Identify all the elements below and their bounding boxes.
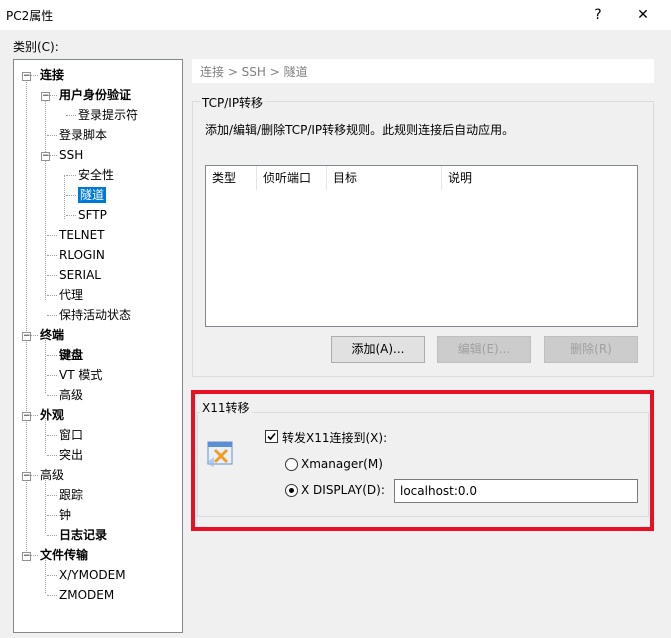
- column-header-listen-port[interactable]: 侦听端口: [257, 166, 327, 190]
- tree-item[interactable]: 文件传输: [40, 546, 88, 564]
- tree-item-label: 用户身份验证: [59, 88, 132, 102]
- tree-item[interactable]: TELNET: [59, 226, 105, 244]
- tree-item-label: 隧道: [78, 187, 107, 203]
- tree-item[interactable]: 代理: [59, 286, 83, 304]
- tree-item-label: 高级: [40, 468, 65, 482]
- tree-item[interactable]: VT 模式: [59, 366, 102, 384]
- tree-item[interactable]: 钟: [59, 506, 71, 524]
- category-tree[interactable]: 连接 − 用户身份验证 − 登录提示符 登录脚本 SSH − 安全性 隧道 SFTP TELNET RL…: [13, 59, 183, 633]
- column-header-target[interactable]: 目标: [327, 166, 442, 190]
- highlight-box: [191, 390, 654, 531]
- tree-item-label: SFTP: [78, 208, 107, 222]
- tree-item[interactable]: 隧道: [78, 186, 107, 204]
- tree-item-label: 键盘: [59, 348, 84, 362]
- tree-item[interactable]: 登录提示符: [78, 106, 138, 124]
- tree-item[interactable]: 键盘: [59, 346, 83, 364]
- edit-rule-button[interactable]: 编辑(E)...: [437, 336, 531, 363]
- tree-item-label: ZMODEM: [59, 588, 115, 602]
- tree-item-label: 日志记录: [59, 528, 108, 542]
- tree-item-label: 窗口: [59, 428, 84, 442]
- tree-expander[interactable]: −: [41, 92, 50, 101]
- tree-item[interactable]: ZMODEM: [59, 586, 114, 604]
- tree-item-label: RLOGIN: [59, 248, 105, 262]
- help-button[interactable]: ?: [584, 4, 612, 26]
- window-title: PC2属性: [6, 9, 54, 23]
- tree-item-label: X/YMODEM: [59, 568, 126, 582]
- breadcrumb-text: 连接 > SSH > 隧道: [200, 65, 308, 79]
- tree-item-label: 外观: [40, 408, 65, 422]
- tree-item[interactable]: 外观: [40, 406, 64, 424]
- tree-item-label: 钟: [59, 508, 72, 522]
- tree-expander[interactable]: −: [22, 72, 31, 81]
- tree-expander[interactable]: −: [22, 472, 31, 481]
- tree-item-label: 突出: [59, 448, 84, 462]
- title-bar: PC2属性 ? ✕: [0, 0, 671, 30]
- category-label: 类别(C):: [13, 40, 59, 54]
- tree-item-label: 登录提示符: [78, 108, 139, 122]
- tree-item-label: 跟踪: [59, 488, 84, 502]
- tree-expander[interactable]: −: [22, 552, 31, 561]
- tree-item-label: TELNET: [59, 228, 105, 242]
- tree-expander[interactable]: −: [41, 152, 50, 161]
- tree-expander[interactable]: −: [22, 412, 31, 421]
- tcpip-description: 添加/编辑/删除TCP/IP转移规则。此规则连接后自动应用。: [205, 123, 515, 137]
- tree-expander[interactable]: −: [22, 332, 31, 341]
- tree-item-label: VT 模式: [59, 368, 103, 382]
- close-button[interactable]: ✕: [629, 4, 657, 26]
- forwarding-rules-list[interactable]: 类型 侦听端口 目标 说明: [205, 165, 638, 327]
- tree-item[interactable]: 连接: [40, 66, 64, 84]
- tree-item-label: 代理: [59, 288, 84, 302]
- tcpip-group-title: TCP/IP转移: [200, 94, 266, 111]
- tree-item[interactable]: 突出: [59, 446, 83, 464]
- tree-item[interactable]: 终端: [40, 326, 64, 344]
- tree-item-label: 高级: [59, 388, 84, 402]
- tree-item[interactable]: 窗口: [59, 426, 83, 444]
- tree-item[interactable]: 高级: [40, 466, 64, 484]
- column-header-description[interactable]: 说明: [442, 166, 637, 190]
- delete-rule-button[interactable]: 删除(R): [544, 336, 638, 363]
- tree-item[interactable]: 用户身份验证: [59, 86, 131, 104]
- column-header-type[interactable]: 类型: [206, 166, 257, 190]
- tree-item[interactable]: SFTP: [78, 206, 107, 224]
- add-rule-button[interactable]: 添加(A)...: [331, 336, 425, 363]
- tree-item[interactable]: 登录脚本: [59, 126, 107, 144]
- tree-item[interactable]: 跟踪: [59, 486, 83, 504]
- tree-item-label: 终端: [40, 328, 65, 342]
- tree-item-label: SERIAL: [59, 268, 101, 282]
- tree-item[interactable]: 日志记录: [59, 526, 107, 544]
- tree-item-label: 安全性: [78, 168, 115, 182]
- tree-item-label: 连接: [40, 68, 65, 82]
- tree-item[interactable]: 安全性: [78, 166, 114, 184]
- tree-item[interactable]: RLOGIN: [59, 246, 105, 264]
- breadcrumb: 连接 > SSH > 隧道: [192, 59, 654, 83]
- tree-item-label: SSH: [59, 148, 84, 162]
- tree-item[interactable]: 高级: [59, 386, 83, 404]
- tree-item[interactable]: 保持活动状态: [59, 306, 131, 324]
- tree-item-label: 文件传输: [40, 548, 89, 562]
- tree-item-label: 登录脚本: [59, 128, 108, 142]
- tree-item[interactable]: SERIAL: [59, 266, 101, 284]
- tree-item[interactable]: X/YMODEM: [59, 566, 126, 584]
- tree-item[interactable]: SSH: [59, 146, 83, 164]
- tree-item-label: 保持活动状态: [59, 308, 132, 322]
